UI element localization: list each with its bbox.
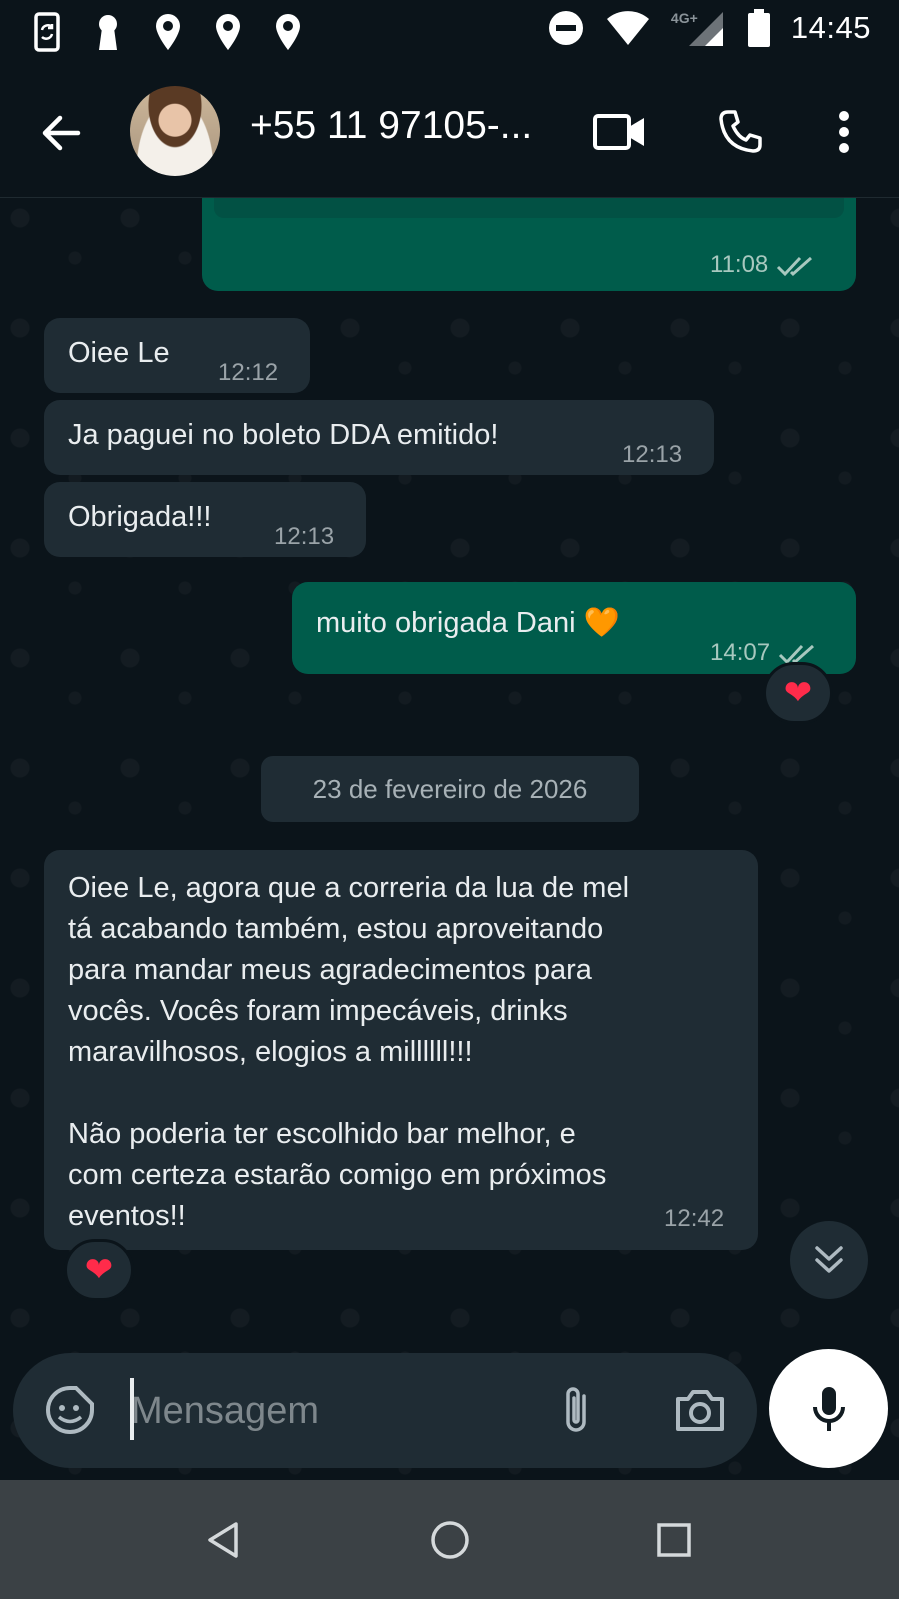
avatar[interactable]	[130, 86, 220, 176]
attach-button[interactable]	[548, 1382, 604, 1438]
nav-back-icon	[208, 1522, 238, 1558]
message-line: Oiee Le, agora que a correria da lua de …	[68, 872, 630, 904]
more-options-button[interactable]	[814, 102, 874, 162]
phone-icon	[719, 110, 762, 153]
message-text: Oiee Le	[68, 337, 170, 369]
document-meta: 15 MB • PDF	[240, 198, 379, 210]
message-line: maravilhosos, elogios a millllll!!!	[68, 1036, 473, 1068]
message-bubble-in[interactable]: Obrigada!!! 12:13	[44, 482, 366, 557]
signal-icon	[688, 12, 723, 46]
location-icon	[156, 14, 180, 50]
back-button[interactable]	[36, 108, 86, 158]
message-bubble-in[interactable]: Ja paguei no boleto DDA emitido! 12:13	[44, 400, 714, 475]
camera-button[interactable]	[672, 1382, 728, 1438]
sticker-icon	[46, 1386, 94, 1434]
message-text: Oiee Le, agora que a correria da lua de …	[68, 868, 629, 1237]
back-arrow-icon	[42, 115, 81, 151]
video-call-icon	[593, 114, 644, 150]
message-bubble-out[interactable]: 15 MB • PDF 11:08	[202, 198, 856, 291]
clock: 14:45	[790, 10, 871, 45]
contact-name[interactable]: +55 11 97105-...	[250, 104, 532, 148]
message-bubble-in[interactable]: Oiee Le, agora que a correria da lua de …	[44, 850, 758, 1250]
message-bubble-in[interactable]: Oiee Le 12:12	[44, 318, 310, 393]
attach-icon	[566, 1387, 586, 1432]
status-bar: 4G+ 14:45	[0, 0, 899, 66]
status-left-icons	[30, 10, 306, 54]
voice-call-button[interactable]	[710, 102, 770, 162]
message-input[interactable]	[131, 1381, 531, 1441]
time-label: 14:07	[710, 639, 771, 666]
nav-recents-icon	[657, 1523, 691, 1557]
message-line: vocês. Vocês foram impecáveis, drinks	[68, 995, 568, 1027]
network-indicator: 4G+	[671, 8, 727, 48]
read-ticks-icon	[777, 256, 813, 276]
date-separator: 23 de fevereiro de 2026	[261, 756, 639, 822]
message-bubble-out[interactable]: muito obrigada Dani 🧡 14:07	[292, 582, 856, 674]
more-options-icon	[839, 111, 849, 153]
message-line: tá acabando também, estou aproveitando	[68, 913, 604, 945]
message-line: eventos!!	[68, 1200, 186, 1232]
nav-back-button[interactable]	[192, 1508, 256, 1572]
message-line: com certeza estarão comigo em próximos	[68, 1159, 607, 1191]
message-text: Obrigada!!!	[68, 501, 212, 533]
chat-header: +55 11 97105-...	[0, 66, 899, 198]
video-call-button[interactable]	[590, 102, 650, 162]
double-chevron-down-icon	[815, 1246, 843, 1273]
message-line: para mandar meus agradecimentos para	[68, 954, 592, 986]
document-preview[interactable]: 15 MB • PDF	[214, 198, 844, 218]
system-nav-bar	[0, 1480, 899, 1599]
nav-home-icon	[431, 1521, 469, 1559]
message-text: muito obrigada Dani 🧡	[316, 607, 620, 639]
message-time: 11:08	[710, 246, 816, 284]
location-icon	[216, 14, 240, 50]
text-cursor	[130, 1378, 134, 1440]
mic-icon	[812, 1386, 845, 1431]
heart-reaction[interactable]: ❤	[64, 1239, 134, 1301]
sticker-button[interactable]	[42, 1382, 98, 1438]
do-not-disturb-icon	[548, 11, 583, 45]
heart-reaction[interactable]: ❤	[763, 662, 833, 724]
status-right-icons: 4G+ 14:45	[547, 8, 871, 48]
location-icon	[276, 14, 300, 50]
nav-home-button[interactable]	[418, 1508, 482, 1572]
message-time: 12:42	[664, 1205, 725, 1232]
sync-phone-icon	[34, 12, 60, 52]
nav-recents-button[interactable]	[642, 1508, 706, 1572]
message-text: Ja paguei no boleto DDA emitido!	[68, 419, 499, 451]
camera-icon	[676, 1390, 724, 1431]
scroll-to-bottom-button[interactable]	[790, 1221, 868, 1299]
voice-message-button[interactable]	[769, 1349, 888, 1468]
chat-area[interactable]: 15 MB • PDF 11:08 Oiee Le 12:12 Ja pague…	[0, 198, 899, 1478]
time-label: 11:08	[710, 251, 769, 278]
battery-icon	[747, 9, 770, 47]
message-time: 12:13	[274, 523, 335, 550]
wifi-icon	[606, 11, 649, 45]
message-time: 12:13	[622, 441, 683, 468]
message-line	[68, 1073, 629, 1114]
keyhole-icon	[99, 15, 117, 50]
message-time: 12:12	[218, 359, 279, 386]
message-line: Não poderia ter escolhido bar melhor, e	[68, 1118, 576, 1150]
message-composer	[13, 1353, 757, 1468]
